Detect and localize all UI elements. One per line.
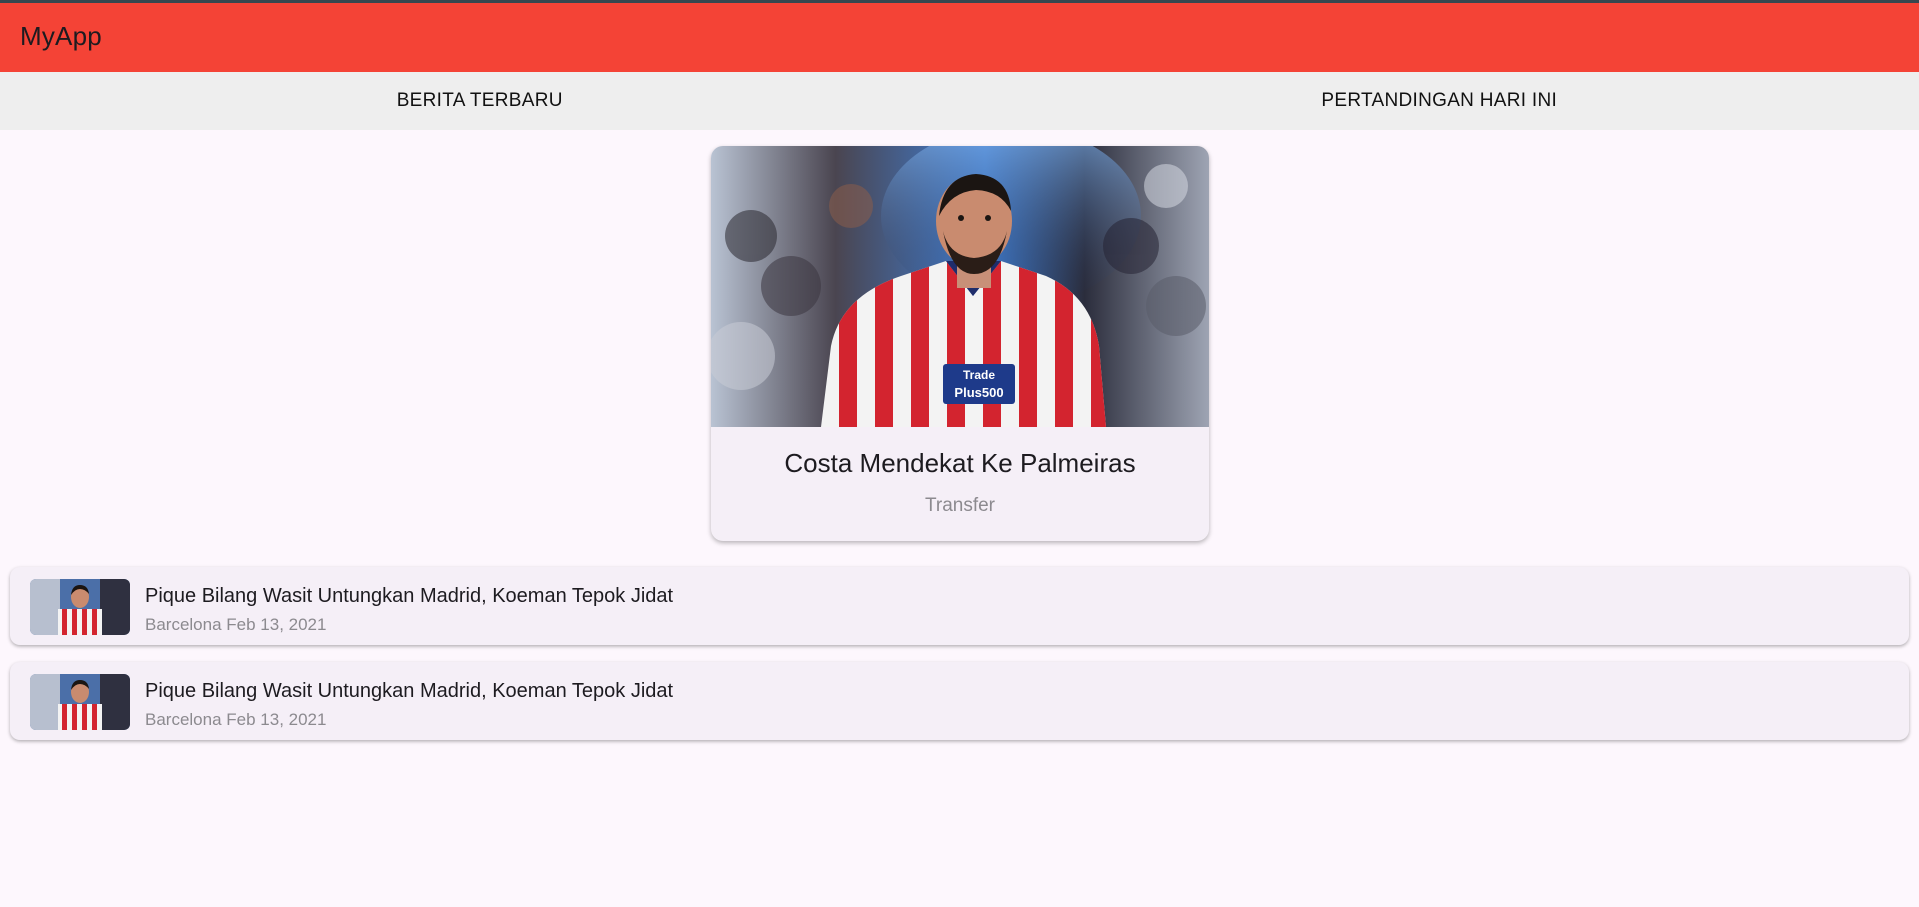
app-bar: MyApp	[0, 3, 1919, 72]
featured-news-category: Transfer	[924, 495, 996, 516]
news-item-title: Pique Bilang Wasit Untungkan Madrid, Koe…	[145, 680, 674, 702]
app-title: MyApp	[20, 21, 102, 51]
tab-pertandingan-hari-ini[interactable]: PERTANDINGAN HARI INI	[960, 72, 1919, 130]
news-thumbnail	[30, 579, 130, 635]
jersey-sponsor-text-2: Plus500	[954, 385, 1003, 400]
news-thumbnail	[30, 674, 130, 730]
news-item-subtitle: Barcelona Feb 13, 2021	[145, 710, 327, 729]
tab-bar: BERITA TERBARU PERTANDINGAN HARI INI	[0, 72, 1919, 130]
featured-news-title: Costa Mendekat Ke Palmeiras	[784, 448, 1136, 478]
news-item-subtitle: Barcelona Feb 13, 2021	[145, 615, 327, 634]
news-item-title: Pique Bilang Wasit Untungkan Madrid, Koe…	[145, 585, 674, 607]
news-list-item[interactable]: Pique Bilang Wasit Untungkan Madrid, Koe…	[10, 662, 1909, 740]
jersey-sponsor-text-1: Trade	[963, 368, 995, 382]
featured-news-card[interactable]: Trade Plus500 Costa Mendekat Ke Palmeira…	[711, 146, 1209, 541]
tab-berita-terbaru[interactable]: BERITA TERBARU	[0, 72, 960, 130]
featured-news-image: Trade Plus500	[711, 146, 1209, 427]
news-list-item[interactable]: Pique Bilang Wasit Untungkan Madrid, Koe…	[10, 567, 1909, 645]
